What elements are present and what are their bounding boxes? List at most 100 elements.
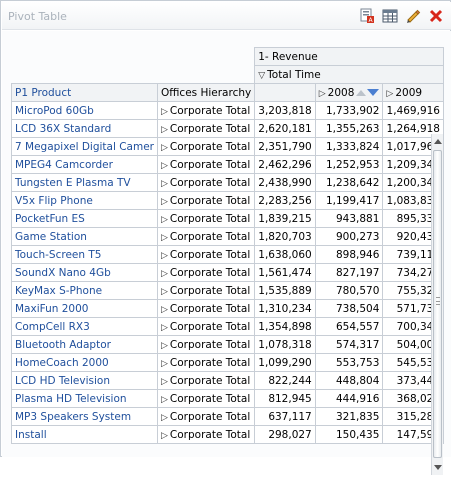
time-header-label: Total Time bbox=[267, 68, 321, 81]
expand-triangle-icon[interactable]: ▷ bbox=[161, 413, 168, 423]
office-cell[interactable]: ▷ Corporate Total bbox=[156, 119, 256, 138]
year-2008-value-cell: 654,557 bbox=[314, 317, 384, 336]
product-cell[interactable]: MP3 Speakers System bbox=[11, 407, 158, 426]
product-cell[interactable]: MicroPod 60Gb bbox=[11, 101, 158, 120]
product-cell[interactable]: Install bbox=[11, 425, 158, 444]
expand-triangle-icon[interactable]: ▷ bbox=[161, 215, 168, 225]
table-row: MaxiFun 2000 ▷ Corporate Total 1,310,234 738… bbox=[11, 299, 444, 318]
total-value-cell: 2,283,256 bbox=[254, 191, 316, 210]
expand-triangle-icon[interactable]: ▷ bbox=[161, 323, 168, 333]
total-value-cell: 812,945 bbox=[254, 389, 316, 408]
year-2009-value-cell: 1,469,916 bbox=[382, 101, 444, 120]
office-cell[interactable]: ▷ Corporate Total bbox=[156, 425, 256, 444]
expand-triangle-icon[interactable]: ▷ bbox=[161, 179, 168, 189]
expand-triangle-icon[interactable]: ▷ bbox=[319, 89, 326, 99]
product-cell[interactable]: CompCell RX3 bbox=[11, 317, 158, 336]
office-cell[interactable]: ▷ Corporate Total bbox=[156, 317, 256, 336]
measure-header: 1- Revenue bbox=[254, 47, 444, 66]
expand-triangle-icon[interactable]: ▷ bbox=[161, 125, 168, 135]
expand-triangle-icon[interactable]: ▷ bbox=[161, 395, 168, 405]
total-value-cell: 1,820,703 bbox=[254, 227, 316, 246]
office-cell[interactable]: ▷ Corporate Total bbox=[156, 299, 256, 318]
product-cell[interactable]: MaxiFun 2000 bbox=[11, 299, 158, 318]
product-cell[interactable]: LCD 36X Standard bbox=[11, 119, 158, 138]
sort-descending-icon[interactable] bbox=[356, 89, 380, 96]
office-label: Corporate Total bbox=[169, 374, 251, 387]
office-cell[interactable]: ▷ Corporate Total bbox=[156, 335, 256, 354]
export-icon[interactable]: A bbox=[358, 7, 376, 25]
expand-triangle-icon[interactable]: ▷ bbox=[161, 107, 168, 117]
office-label: Corporate Total bbox=[169, 320, 251, 333]
office-cell[interactable]: ▷ Corporate Total bbox=[156, 137, 256, 156]
total-value-cell: 3,203,818 bbox=[254, 101, 316, 120]
office-cell[interactable]: ▷ Corporate Total bbox=[156, 281, 256, 300]
office-cell[interactable]: ▷ Corporate Total bbox=[156, 173, 256, 192]
expand-triangle-icon[interactable]: ▷ bbox=[161, 143, 168, 153]
scroll-up-icon[interactable] bbox=[434, 139, 442, 144]
total-value-cell: 2,462,296 bbox=[254, 155, 316, 174]
scroll-thumb[interactable] bbox=[433, 150, 442, 458]
product-cell[interactable]: KeyMax S-Phone bbox=[11, 281, 158, 300]
expand-triangle-icon[interactable]: ▷ bbox=[161, 251, 168, 261]
scroll-down-icon[interactable] bbox=[434, 465, 442, 470]
office-label: Corporate Total bbox=[169, 212, 251, 225]
office-label: Corporate Total bbox=[169, 122, 251, 135]
edit-pencil-icon[interactable] bbox=[404, 7, 422, 25]
product-cell[interactable]: SoundX Nano 4Gb bbox=[11, 263, 158, 282]
expand-triangle-icon[interactable]: ▷ bbox=[161, 359, 168, 369]
product-column-header[interactable]: P1 Product bbox=[11, 83, 158, 102]
product-cell[interactable]: LCD HD Television bbox=[11, 371, 158, 390]
office-cell[interactable]: ▷ Corporate Total bbox=[156, 101, 256, 120]
office-cell[interactable]: ▷ Corporate Total bbox=[156, 191, 256, 210]
office-cell[interactable]: ▷ Corporate Total bbox=[156, 371, 256, 390]
product-cell[interactable]: PocketFun ES bbox=[11, 209, 158, 228]
year-2008-value-cell: 827,197 bbox=[314, 263, 384, 282]
collapse-triangle-icon[interactable]: ▽ bbox=[258, 71, 265, 81]
office-cell[interactable]: ▷ Corporate Total bbox=[156, 227, 256, 246]
product-cell[interactable]: HomeCoach 2000 bbox=[11, 353, 158, 372]
pivot-table-panel: Pivot Table A 1- Revenue ▽ Total Time P1… bbox=[0, 0, 451, 475]
year-2008-value-cell: 444,916 bbox=[314, 389, 384, 408]
product-cell[interactable]: Plasma HD Television bbox=[11, 389, 158, 408]
product-cell[interactable]: Touch-Screen T5 bbox=[11, 245, 158, 264]
expand-triangle-icon[interactable]: ▷ bbox=[386, 89, 393, 99]
office-cell[interactable]: ▷ Corporate Total bbox=[156, 389, 256, 408]
expand-triangle-icon[interactable]: ▷ bbox=[161, 305, 168, 315]
panel-titlebar: Pivot Table A bbox=[2, 2, 451, 30]
table-icon[interactable] bbox=[381, 7, 399, 25]
offices-column-header[interactable]: Offices Hierarchy bbox=[156, 83, 256, 102]
product-cell[interactable]: MPEG4 Camcorder bbox=[11, 155, 158, 174]
office-cell[interactable]: ▷ Corporate Total bbox=[156, 263, 256, 282]
total-value-cell: 2,620,181 bbox=[254, 119, 316, 138]
year-2009-header[interactable]: ▷ 2009 bbox=[382, 83, 444, 102]
expand-triangle-icon[interactable]: ▷ bbox=[161, 269, 168, 279]
office-cell[interactable]: ▷ Corporate Total bbox=[156, 209, 256, 228]
product-cell[interactable]: Game Station bbox=[11, 227, 158, 246]
product-cell[interactable]: V5x Flip Phone bbox=[11, 191, 158, 210]
office-label: Corporate Total bbox=[169, 104, 251, 117]
year-2008-header[interactable]: ▷ 2008 bbox=[314, 83, 384, 102]
product-cell[interactable]: Tungsten E Plasma TV bbox=[11, 173, 158, 192]
year-2008-value-cell: 1,199,417 bbox=[314, 191, 384, 210]
expand-triangle-icon[interactable]: ▷ bbox=[161, 197, 168, 207]
expand-triangle-icon[interactable]: ▷ bbox=[161, 287, 168, 297]
product-cell[interactable]: Bluetooth Adaptor bbox=[11, 335, 158, 354]
vertical-scrollbar[interactable] bbox=[431, 134, 443, 475]
office-cell[interactable]: ▷ Corporate Total bbox=[156, 155, 256, 174]
office-cell[interactable]: ▷ Corporate Total bbox=[156, 245, 256, 264]
total-value-cell: 2,438,990 bbox=[254, 173, 316, 192]
expand-triangle-icon[interactable]: ▷ bbox=[161, 233, 168, 243]
remove-x-icon[interactable] bbox=[427, 7, 445, 25]
year-2008-value-cell: 1,733,902 bbox=[314, 101, 384, 120]
office-cell[interactable]: ▷ Corporate Total bbox=[156, 407, 256, 426]
office-cell[interactable]: ▷ Corporate Total bbox=[156, 353, 256, 372]
office-label: Corporate Total bbox=[169, 302, 251, 315]
product-cell[interactable]: 7 Megapixel Digital Camer bbox=[11, 137, 158, 156]
expand-triangle-icon[interactable]: ▷ bbox=[161, 431, 168, 441]
expand-triangle-icon[interactable]: ▷ bbox=[161, 161, 168, 171]
table-row: Plasma HD Television ▷ Corporate Total 812,… bbox=[11, 389, 444, 408]
expand-triangle-icon[interactable]: ▷ bbox=[161, 377, 168, 387]
expand-triangle-icon[interactable]: ▷ bbox=[161, 341, 168, 351]
year-2008-value-cell: 943,881 bbox=[314, 209, 384, 228]
time-header[interactable]: ▽ Total Time bbox=[254, 65, 444, 84]
